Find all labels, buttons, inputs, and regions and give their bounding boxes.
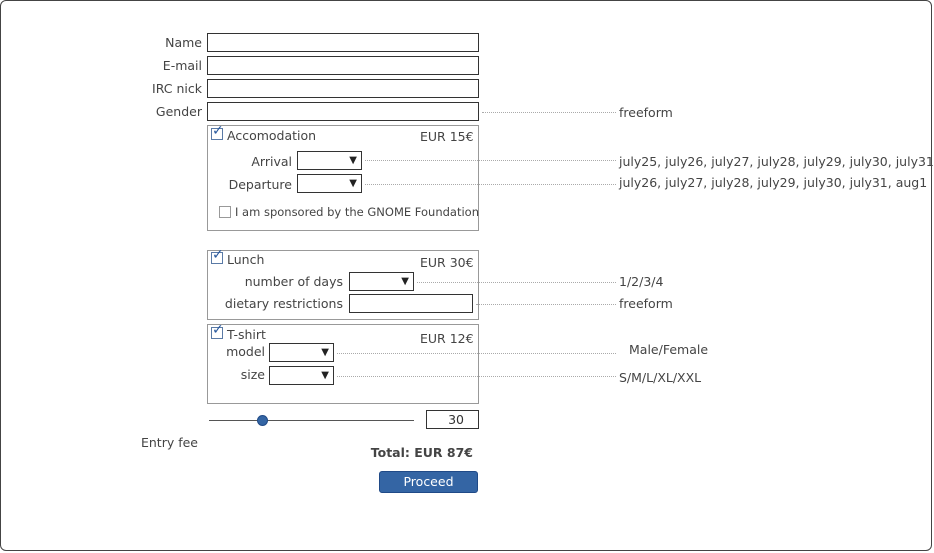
triangle-down-icon: ▼ xyxy=(321,370,329,381)
departure-dropdown[interactable]: ▼ xyxy=(297,174,362,193)
name-label: Name xyxy=(165,35,202,50)
size-note: S/M/L/XL/XXL xyxy=(619,370,702,385)
dietary-label: dietary restrictions xyxy=(224,296,343,311)
size-label: size xyxy=(240,367,265,382)
days-note: 1/2/3/4 xyxy=(619,274,664,289)
lunch-label: Lunch xyxy=(227,252,265,267)
lunch-price: EUR 30€ xyxy=(420,255,474,270)
sponsored-checkbox[interactable] xyxy=(219,206,231,218)
checkmark-icon: ✓ xyxy=(212,247,224,263)
gender-input[interactable] xyxy=(207,102,479,121)
tshirt-label: T-shirt xyxy=(227,327,266,342)
days-label: number of days xyxy=(244,274,343,289)
triangle-down-icon: ▼ xyxy=(321,347,329,358)
email-input[interactable] xyxy=(207,56,479,75)
arrival-note: july25, july26, july27, july28, july29, … xyxy=(619,154,934,169)
entry-fee-value-field[interactable]: 30 xyxy=(426,410,479,429)
lunch-checkbox[interactable]: ✓ xyxy=(211,248,224,264)
departure-leader xyxy=(365,184,616,185)
dietary-input[interactable] xyxy=(349,294,473,313)
accommodation-label: Accomodation xyxy=(227,128,317,143)
tshirt-checkbox[interactable]: ✓ xyxy=(211,323,224,339)
gender-label: Gender xyxy=(155,104,202,119)
triangle-down-icon: ▼ xyxy=(401,276,409,287)
checkmark-icon: ✓ xyxy=(212,322,224,338)
proceed-button[interactable]: Proceed xyxy=(379,471,478,493)
name-input[interactable] xyxy=(207,33,479,52)
sponsored-label: I am sponsored by the GNOME Foundation xyxy=(235,205,479,219)
model-label: model xyxy=(226,344,265,359)
size-leader xyxy=(337,376,616,377)
model-dropdown[interactable]: ▼ xyxy=(269,343,334,362)
days-dropdown[interactable]: ▼ xyxy=(349,272,414,291)
departure-label: Departure xyxy=(228,177,292,192)
gender-leader xyxy=(482,112,616,113)
tshirt-price: EUR 12€ xyxy=(420,331,474,346)
arrival-label: Arrival xyxy=(251,154,292,169)
arrival-dropdown[interactable]: ▼ xyxy=(297,151,362,170)
model-leader xyxy=(337,353,616,354)
departure-note: july26, july27, july28, july29, july30, … xyxy=(619,175,928,190)
gender-note: freeform xyxy=(619,105,673,120)
total-text: Total: EUR 87€ xyxy=(370,445,473,460)
accommodation-price: EUR 15€ xyxy=(420,129,474,144)
triangle-down-icon: ▼ xyxy=(349,178,357,189)
days-leader xyxy=(417,282,616,283)
accommodation-checkbox[interactable]: ✓ xyxy=(211,124,224,140)
checkmark-icon: ✓ xyxy=(212,123,224,139)
triangle-down-icon: ▼ xyxy=(349,155,357,166)
email-label: E-mail xyxy=(162,58,202,73)
size-dropdown[interactable]: ▼ xyxy=(269,366,334,385)
irc-label: IRC nick xyxy=(152,81,202,96)
model-note: Male/Female xyxy=(629,342,709,357)
entry-fee-label: Entry fee xyxy=(140,435,198,450)
arrival-leader xyxy=(365,160,616,161)
dietary-leader xyxy=(476,304,616,305)
entry-fee-slider-track[interactable] xyxy=(209,420,414,421)
dietary-note: freeform xyxy=(619,296,673,311)
irc-input[interactable] xyxy=(207,79,479,98)
